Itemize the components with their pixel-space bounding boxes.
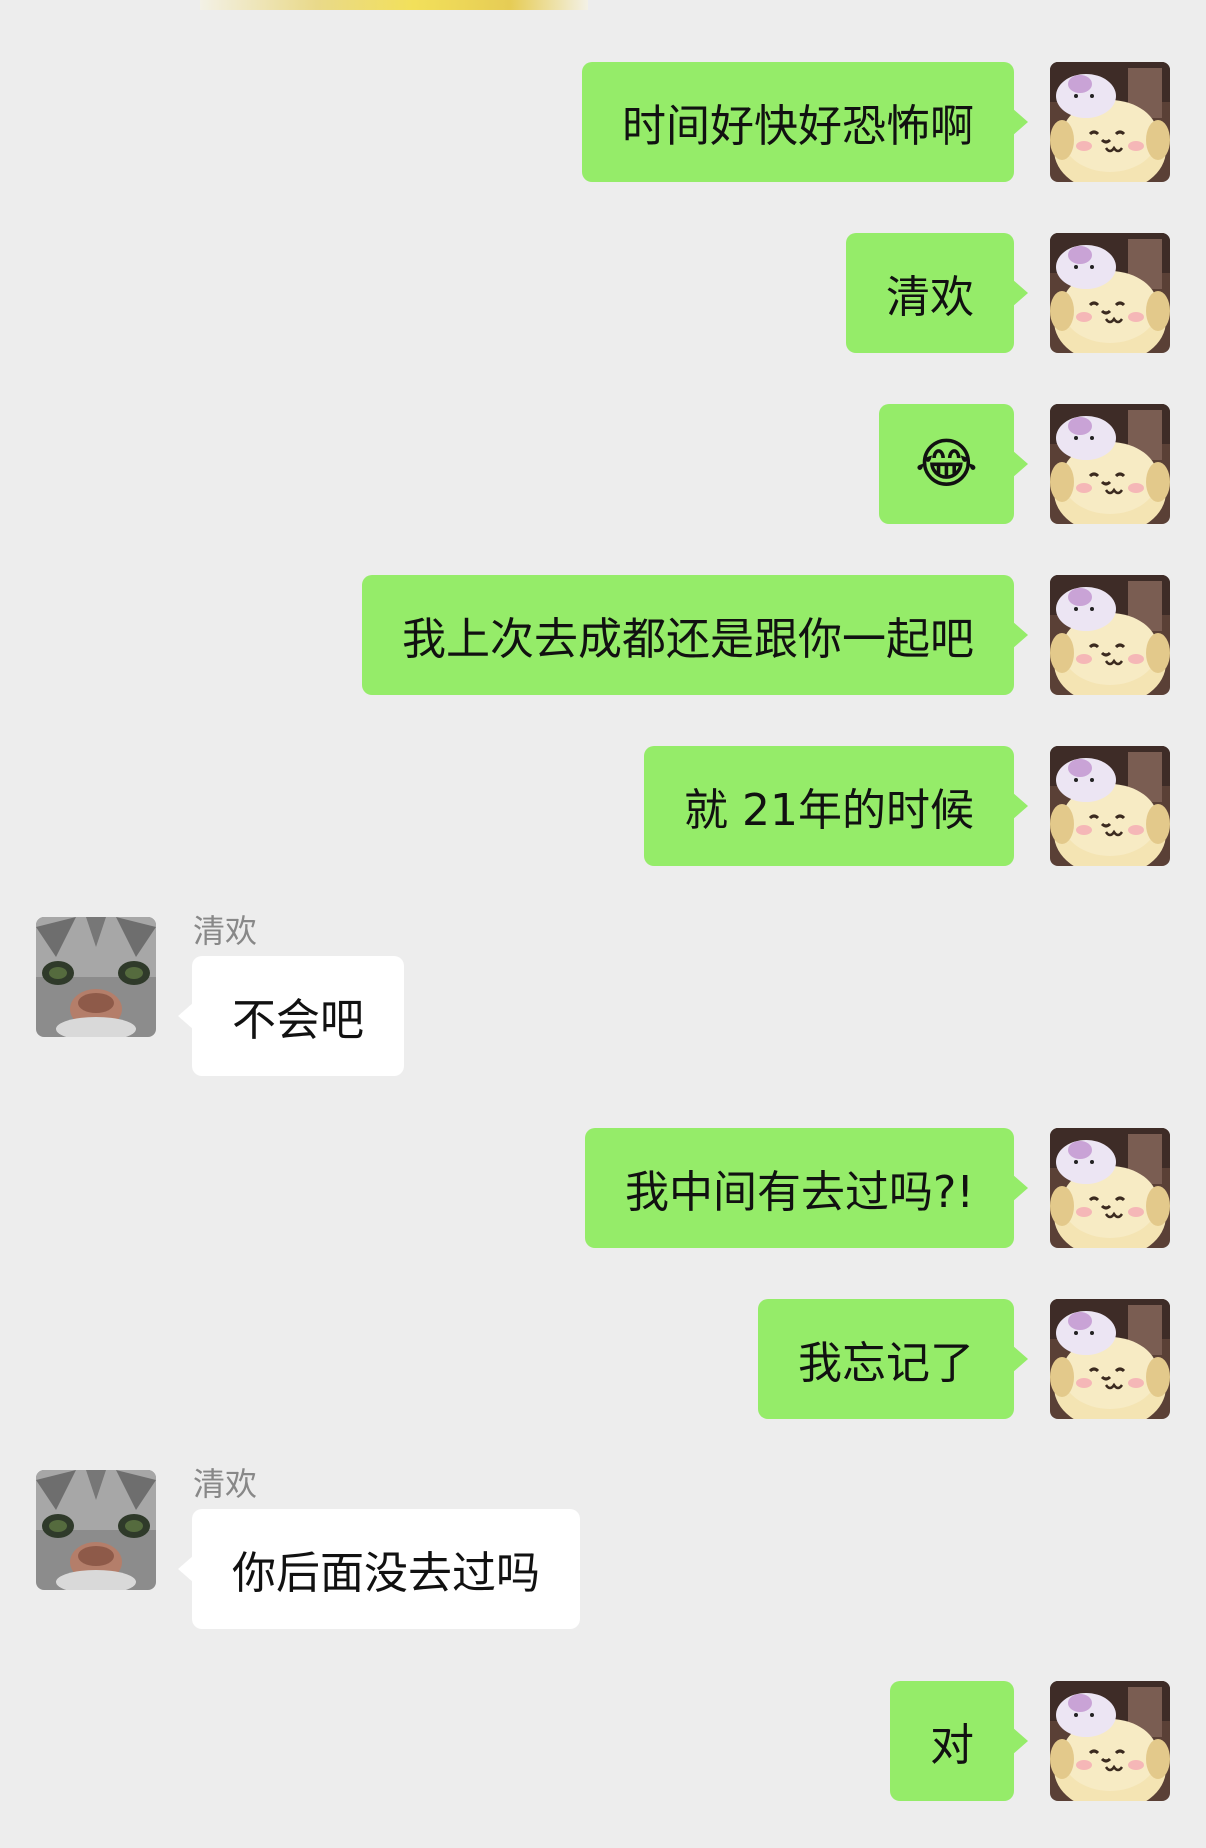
message-text: 我中间有去过吗?! — [625, 1167, 974, 1218]
contact-avatar[interactable] — [36, 917, 156, 1037]
self-avatar[interactable] — [1050, 746, 1170, 866]
message-bubble-outgoing[interactable]: 😂 — [878, 404, 1029, 524]
message-text: 不会吧 — [232, 995, 364, 1046]
message-text: 我上次去成都还是跟你一起吧 — [402, 614, 974, 665]
self-avatar[interactable] — [1050, 1299, 1170, 1419]
message-bubble-outgoing[interactable]: 我上次去成都还是跟你一起吧 — [362, 575, 1028, 695]
message-bubble-incoming[interactable]: 你后面没去过吗 — [178, 1509, 580, 1629]
self-avatar[interactable] — [1050, 575, 1170, 695]
message-bubble-outgoing[interactable]: 时间好快好恐怖啊 — [582, 62, 1028, 182]
self-avatar[interactable] — [1050, 404, 1170, 524]
message-bubble-outgoing[interactable]: 我忘记了 — [758, 1299, 1028, 1419]
sender-name: 清欢 — [193, 912, 258, 950]
message-text: 我忘记了 — [798, 1338, 974, 1389]
message-text: 对 — [930, 1720, 974, 1771]
message-text: 时间好快好恐怖啊 — [622, 101, 974, 152]
message-text: 你后面没去过吗 — [232, 1548, 540, 1599]
self-avatar[interactable] — [1050, 233, 1170, 353]
tears-of-joy-emoji-icon: 😂 — [914, 432, 978, 495]
self-avatar[interactable] — [1050, 1128, 1170, 1248]
sender-name: 清欢 — [193, 1465, 258, 1503]
self-avatar[interactable] — [1050, 62, 1170, 182]
message-bubble-outgoing[interactable]: 就 21年的时候 — [644, 746, 1028, 866]
message-bubble-outgoing[interactable]: 清欢 — [846, 233, 1028, 353]
message-bubble-outgoing[interactable]: 对 — [890, 1681, 1028, 1801]
self-avatar[interactable] — [1050, 1681, 1170, 1801]
message-text: 就 21年的时候 — [684, 785, 974, 836]
message-bubble-outgoing[interactable]: 我中间有去过吗?! — [585, 1128, 1028, 1248]
message-text: 清欢 — [886, 272, 974, 323]
message-bubble-incoming[interactable]: 不会吧 — [178, 956, 404, 1076]
shared-image-fragment[interactable] — [200, 0, 588, 10]
contact-avatar[interactable] — [36, 1470, 156, 1590]
